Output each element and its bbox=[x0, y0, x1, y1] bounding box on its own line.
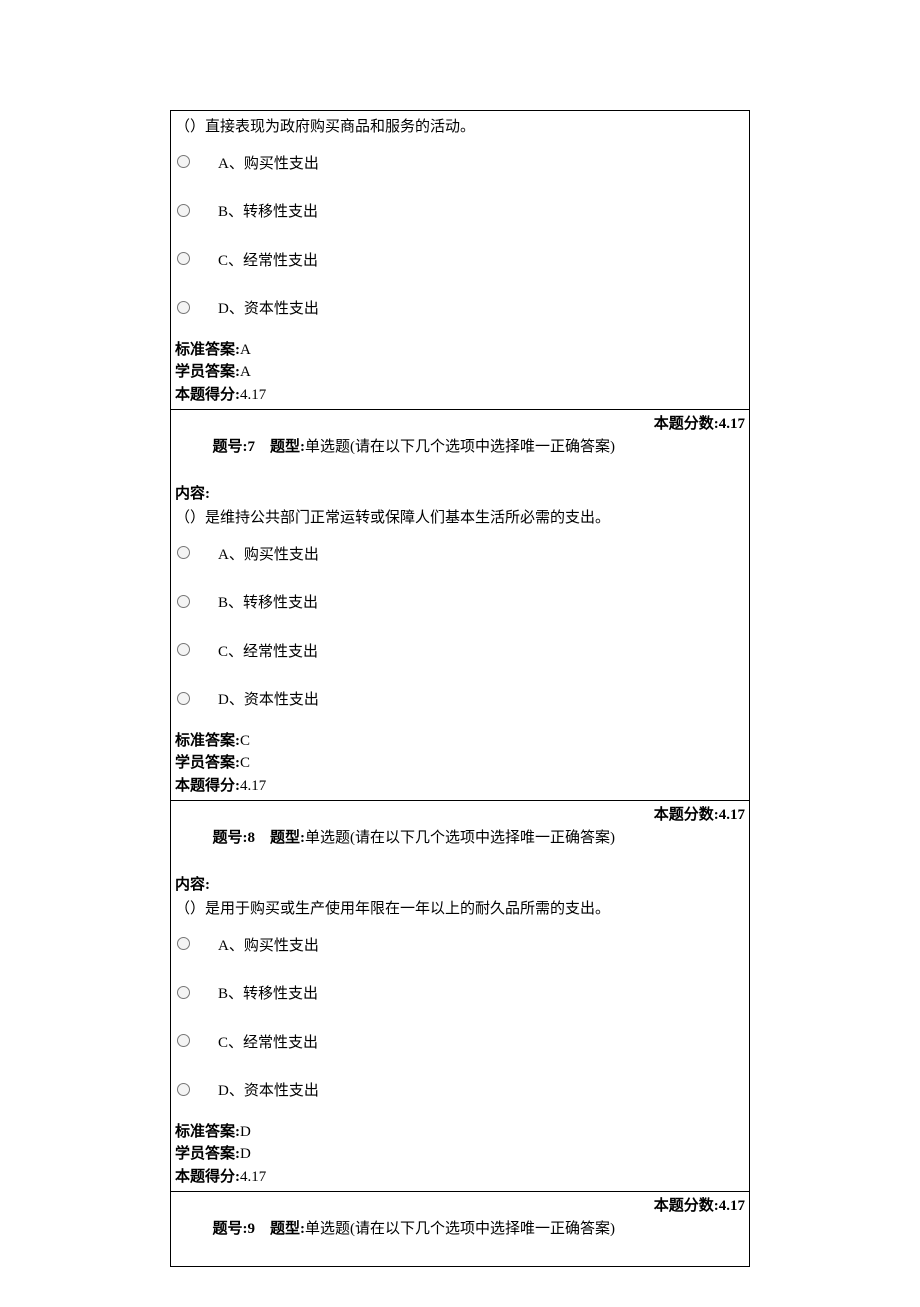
radio-icon[interactable] bbox=[177, 937, 190, 950]
earned-score: 本题得分:4.17 bbox=[175, 775, 745, 798]
option-label: D、资本性支出 bbox=[218, 689, 319, 712]
student-answer: 学员答案:D bbox=[175, 1143, 745, 1166]
option-row: C、经常性支出 bbox=[175, 641, 745, 664]
radio-icon[interactable] bbox=[177, 546, 190, 559]
question-6-content: （）直接表现为政府购买商品和服务的活动。 bbox=[175, 116, 745, 139]
radio-icon[interactable] bbox=[177, 692, 190, 705]
option-label: C、经常性支出 bbox=[218, 250, 318, 273]
radio-icon[interactable] bbox=[177, 1034, 190, 1047]
option-row: D、资本性支出 bbox=[175, 1080, 745, 1103]
option-row: B、转移性支出 bbox=[175, 592, 745, 615]
option-row: A、购买性支出 bbox=[175, 935, 745, 958]
option-row: D、资本性支出 bbox=[175, 298, 745, 321]
question-8-header: 题号:8 题型:单选题(请在以下几个选项中选择唯一正确答案) 本题分数:4.17… bbox=[171, 800, 749, 1191]
option-label: C、经常性支出 bbox=[218, 641, 318, 664]
standard-answer: 标准答案:A bbox=[175, 339, 745, 362]
radio-icon[interactable] bbox=[177, 252, 190, 265]
option-label: C、经常性支出 bbox=[218, 1032, 318, 1055]
question-7-header: 题号:7 题型:单选题(请在以下几个选项中选择唯一正确答案) 本题分数:4.17… bbox=[171, 409, 749, 800]
standard-answer: 标准答案:C bbox=[175, 730, 745, 753]
student-answer: 学员答案:C bbox=[175, 752, 745, 775]
radio-icon[interactable] bbox=[177, 301, 190, 314]
option-label: D、资本性支出 bbox=[218, 298, 319, 321]
option-label: A、购买性支出 bbox=[218, 544, 319, 567]
option-row: B、转移性支出 bbox=[175, 983, 745, 1006]
radio-icon[interactable] bbox=[177, 986, 190, 999]
earned-score: 本题得分:4.17 bbox=[175, 1166, 745, 1189]
content-label: 内容: bbox=[175, 874, 745, 897]
option-row: D、资本性支出 bbox=[175, 689, 745, 712]
radio-icon[interactable] bbox=[177, 155, 190, 168]
option-label: A、购买性支出 bbox=[218, 935, 319, 958]
option-row: B、转移性支出 bbox=[175, 201, 745, 224]
option-row: C、经常性支出 bbox=[175, 1032, 745, 1055]
option-label: B、转移性支出 bbox=[218, 983, 318, 1006]
option-label: D、资本性支出 bbox=[218, 1080, 319, 1103]
question-7-content: （）是维持公共部门正常运转或保障人们基本生活所必需的支出。 bbox=[175, 507, 745, 530]
option-row: C、经常性支出 bbox=[175, 250, 745, 273]
question-9-header: 题号:9 题型:单选题(请在以下几个选项中选择唯一正确答案) 本题分数:4.17 bbox=[171, 1191, 749, 1266]
standard-answer: 标准答案:D bbox=[175, 1121, 745, 1144]
option-label: B、转移性支出 bbox=[218, 592, 318, 615]
radio-icon[interactable] bbox=[177, 643, 190, 656]
earned-score: 本题得分:4.17 bbox=[175, 384, 745, 407]
question-8-content: （）是用于购买或生产使用年限在一年以上的耐久品所需的支出。 bbox=[175, 898, 745, 921]
option-label: A、购买性支出 bbox=[218, 153, 319, 176]
question-6-body: （）直接表现为政府购买商品和服务的活动。 A、购买性支出 B、转移性支出 C、经… bbox=[171, 111, 749, 409]
radio-icon[interactable] bbox=[177, 1083, 190, 1096]
option-row: A、购买性支出 bbox=[175, 544, 745, 567]
radio-icon[interactable] bbox=[177, 204, 190, 217]
radio-icon[interactable] bbox=[177, 595, 190, 608]
option-row: A、购买性支出 bbox=[175, 153, 745, 176]
content-label: 内容: bbox=[175, 483, 745, 506]
option-label: B、转移性支出 bbox=[218, 201, 318, 224]
student-answer: 学员答案:A bbox=[175, 361, 745, 384]
